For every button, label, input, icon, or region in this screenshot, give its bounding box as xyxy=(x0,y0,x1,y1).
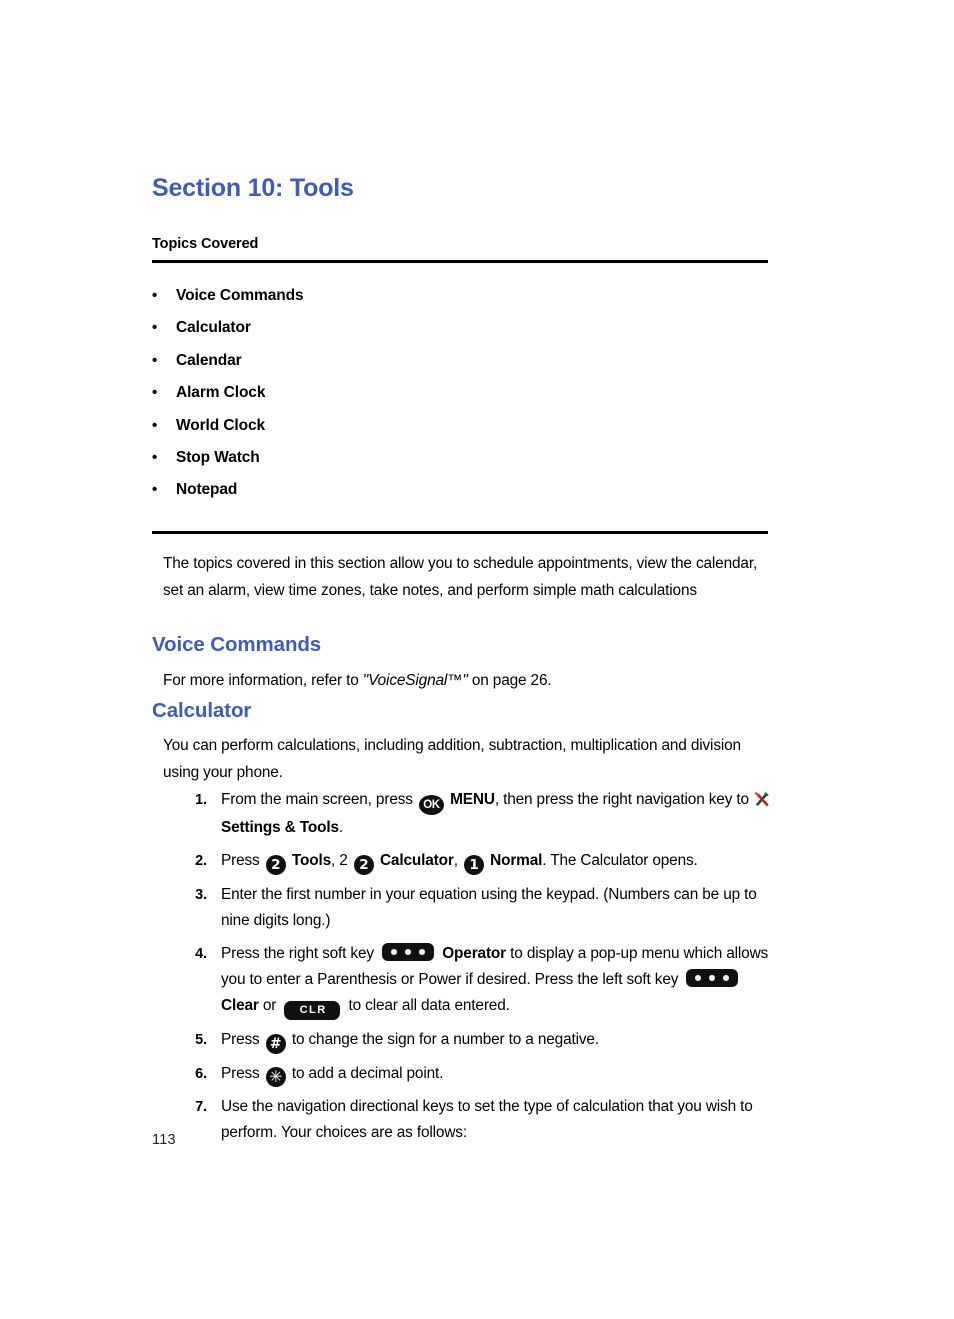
keypad-2-icon: 2 xyxy=(353,855,374,875)
step-number: 6. xyxy=(195,1066,207,1082)
step-number: 1. xyxy=(195,792,207,808)
step-text: Press 2 Tools, 2 2 Calculator, 1 Normal.… xyxy=(221,848,778,875)
bullet-icon: • xyxy=(152,481,158,499)
calculator-intro-paragraph: You can perform calculations, including … xyxy=(163,737,741,781)
step-text-segment: Press xyxy=(221,1065,264,1082)
step-number: 2. xyxy=(195,853,207,869)
step-text: Use the navigation directional keys to s… xyxy=(221,1098,753,1141)
step-text-segment: From the main screen, press xyxy=(221,791,417,808)
list-item: • World Clock xyxy=(152,417,652,449)
list-item: • Stop Watch xyxy=(152,449,652,481)
step-text: Enter the first number in your equation … xyxy=(221,886,757,929)
voice-commands-text-prefix: For more information, refer to xyxy=(163,672,363,689)
step-text: From the main screen, press OK MENU, the… xyxy=(221,787,778,841)
ok-key-icon: OK xyxy=(418,795,444,815)
heading-calculator: Calculator xyxy=(152,699,252,722)
step-text: Press ✳ to add a decimal point. xyxy=(221,1061,778,1087)
right-soft-key-icon xyxy=(382,943,435,961)
left-soft-key-icon xyxy=(686,969,739,987)
voice-commands-reference: "VoiceSignal™" xyxy=(362,672,468,689)
bullet-icon: • xyxy=(152,384,158,402)
step-text-segment: Press xyxy=(221,852,264,869)
list-item: 5. Press # to change the sign for a numb… xyxy=(163,1027,778,1054)
keypad-1-icon: 1 xyxy=(463,855,484,875)
keypad-2-icon: 2 xyxy=(265,855,286,875)
list-item: 6. Press ✳ to add a decimal point. xyxy=(163,1061,778,1087)
page-number: 113 xyxy=(152,1132,176,1148)
step-text-segment: to add a decimal point. xyxy=(287,1065,444,1082)
voice-commands-text-suffix: on page 26. xyxy=(467,672,552,689)
step-number: 3. xyxy=(195,887,207,903)
topics-list: • Voice Commands • Calculator • Calendar… xyxy=(152,287,652,514)
step-number: 5. xyxy=(195,1032,207,1048)
list-item-label: World Clock xyxy=(176,416,266,434)
step-emphasis: Settings & Tools xyxy=(221,819,339,836)
manual-page: Section 10: Tools Topics Covered • Voice… xyxy=(0,0,954,1319)
step-emphasis: Operator xyxy=(442,945,507,962)
bullet-icon: • xyxy=(152,351,158,369)
list-item: 7. Use the navigation directional keys t… xyxy=(163,1094,778,1146)
page-title: Section 10: Tools xyxy=(152,174,354,202)
settings-and-tools-icon xyxy=(753,790,772,807)
step-text: Press # to change the sign for a number … xyxy=(221,1027,778,1054)
list-item-label: Notepad xyxy=(176,481,238,499)
step-number: 7. xyxy=(195,1099,207,1115)
step-text-segment: . xyxy=(338,819,344,836)
bullet-icon: • xyxy=(152,287,158,304)
topics-covered-label: Topics Covered xyxy=(152,236,259,252)
list-item: 3. Enter the first number in your equati… xyxy=(163,882,778,934)
list-item: • Calculator xyxy=(152,319,652,351)
step-emphasis: Tools xyxy=(291,852,332,869)
section-intro-paragraph: The topics covered in this section allow… xyxy=(163,555,758,599)
step-text-segment: , xyxy=(453,852,462,869)
step-text-segment: , 2 xyxy=(331,852,352,869)
bullet-icon: • xyxy=(152,416,158,434)
list-item: • Calendar xyxy=(152,352,652,384)
step-text-segment: to change the sign for a number to a neg… xyxy=(287,1031,599,1048)
list-item: 2. Press 2 Tools, 2 2 Calculator, 1 Norm… xyxy=(163,848,778,875)
divider-middle xyxy=(152,531,768,534)
step-emphasis: Clear xyxy=(221,997,259,1014)
list-item-label: Voice Commands xyxy=(176,287,304,304)
step-text-segment: , then press the right navigation key to xyxy=(494,791,754,808)
step-emphasis: Calculator xyxy=(379,852,454,869)
voice-commands-paragraph: For more information, refer to "VoiceSig… xyxy=(163,668,773,695)
list-item: • Notepad xyxy=(152,481,652,513)
list-item: • Voice Commands xyxy=(152,287,652,319)
heading-voice-commands: Voice Commands xyxy=(152,633,322,656)
bullet-icon: • xyxy=(152,319,158,337)
star-key-icon: ✳ xyxy=(265,1067,286,1087)
calculator-steps-list: 1. From the main screen, press OK MENU, … xyxy=(163,787,778,1153)
list-item-label: Stop Watch xyxy=(176,448,260,466)
step-text-segment: Press the right soft key xyxy=(221,945,379,962)
list-item: 4. Press the right soft key Operator to … xyxy=(163,941,778,1020)
step-text-segment: . The Calculator opens. xyxy=(542,852,698,869)
step-text-segment: Press xyxy=(221,1031,264,1048)
list-item-label: Calculator xyxy=(176,319,251,337)
step-emphasis: MENU xyxy=(450,791,495,808)
step-text: Press the right soft key Operator to dis… xyxy=(221,941,778,1020)
list-item: 1. From the main screen, press OK MENU, … xyxy=(163,787,778,841)
list-item: • Alarm Clock xyxy=(152,384,652,416)
step-number: 4. xyxy=(195,946,207,962)
bullet-icon: • xyxy=(152,448,158,466)
step-emphasis: Normal xyxy=(490,852,543,869)
clear-key-icon: CLR xyxy=(284,1001,341,1020)
divider-top xyxy=(152,260,768,263)
list-item-label: Alarm Clock xyxy=(176,384,266,402)
pound-key-icon: # xyxy=(265,1034,286,1054)
step-text-segment: or xyxy=(258,997,281,1014)
list-item-label: Calendar xyxy=(176,351,242,369)
step-text-segment: to clear all data entered. xyxy=(344,997,510,1014)
